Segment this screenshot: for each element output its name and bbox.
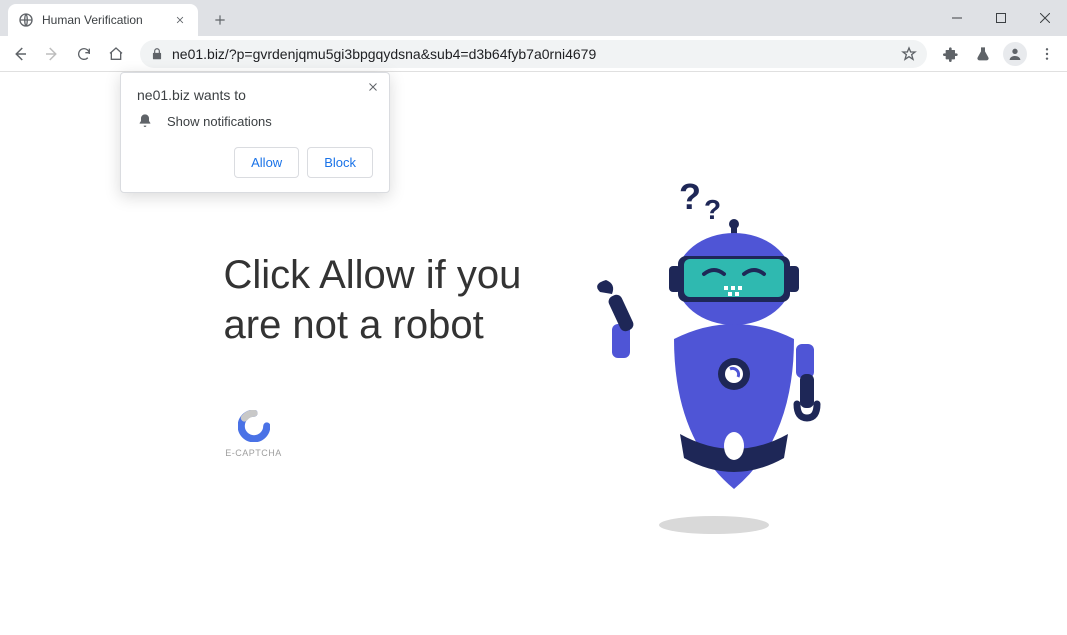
robot-shadow [659,516,769,534]
forward-button[interactable] [38,40,66,68]
notification-permission-popup: ne01.biz wants to Show notifications All… [120,72,390,193]
permission-title: ne01.biz wants to [137,87,373,103]
globe-icon [18,12,34,28]
bookmark-star-icon[interactable] [901,46,917,62]
menu-button[interactable] [1033,40,1061,68]
robot-left-arm [597,280,635,358]
robot-right-arm [796,344,817,418]
labs-icon[interactable] [969,40,997,68]
permission-item-row: Show notifications [137,113,373,129]
tab-title: Human Verification [42,13,172,27]
allow-button[interactable]: Allow [234,147,299,178]
extensions-icon[interactable] [937,40,965,68]
permission-item-label: Show notifications [167,114,272,129]
permission-actions: Allow Block [137,147,373,178]
robot-head [669,219,799,325]
avatar-icon [1003,42,1027,66]
profile-button[interactable] [1001,40,1029,68]
page-content: ne01.biz wants to Show notifications All… [0,72,1067,635]
browser-toolbar: ne01.biz/?p=gvrdenjqmu5gi3bpgqydsna&sub4… [0,36,1067,72]
robot-body [674,324,794,489]
bell-icon [137,113,153,129]
text-column: Click Allow if you are not a robot E-CAP… [224,250,524,458]
home-button[interactable] [102,40,130,68]
captcha-icon [238,410,270,442]
block-button[interactable]: Block [307,147,373,178]
captcha-badge: E-CAPTCHA [224,410,284,458]
back-button[interactable] [6,40,34,68]
address-bar[interactable]: ne01.biz/?p=gvrdenjqmu5gi3bpgqydsna&sub4… [140,40,927,68]
robot-illustration: ? ? [584,174,844,534]
browser-tab[interactable]: Human Verification [8,4,198,36]
headline: Click Allow if you are not a robot [224,250,524,350]
window-controls [935,0,1067,36]
new-tab-button[interactable] [206,6,234,34]
reload-button[interactable] [70,40,98,68]
popup-close-icon[interactable] [367,81,379,93]
question-mark-icon: ? [679,176,701,217]
url-text: ne01.biz/?p=gvrdenjqmu5gi3bpgqydsna&sub4… [172,46,893,62]
tab-close-icon[interactable] [172,12,188,28]
window-close-button[interactable] [1023,0,1067,36]
window-minimize-button[interactable] [935,0,979,36]
question-mark-icon: ? [704,194,721,225]
lock-icon [150,47,164,61]
browser-title-bar: Human Verification [0,0,1067,36]
captcha-label: E-CAPTCHA [224,448,284,458]
window-maximize-button[interactable] [979,0,1023,36]
